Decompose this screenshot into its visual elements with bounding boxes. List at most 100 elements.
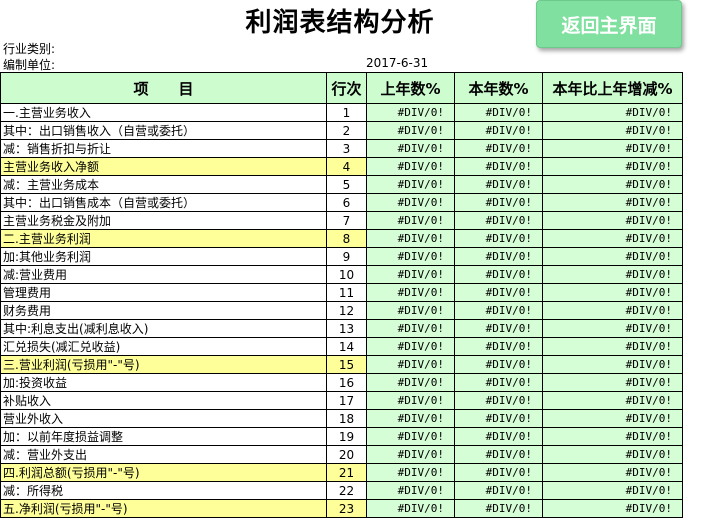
- row-label[interactable]: 减：所得税: [0, 481, 327, 500]
- this-year-cell[interactable]: #DIV/0!: [454, 157, 543, 176]
- row-number[interactable]: 21: [326, 463, 367, 482]
- this-year-cell[interactable]: #DIV/0!: [454, 445, 543, 464]
- change-cell[interactable]: #DIV/0!: [542, 409, 683, 428]
- row-label[interactable]: 管理费用: [0, 283, 327, 302]
- change-cell[interactable]: #DIV/0!: [542, 427, 683, 446]
- this-year-cell[interactable]: #DIV/0!: [454, 229, 543, 248]
- row-number[interactable]: 18: [326, 409, 367, 428]
- change-cell[interactable]: #DIV/0!: [542, 211, 683, 230]
- change-cell[interactable]: #DIV/0!: [542, 229, 683, 248]
- this-year-cell[interactable]: #DIV/0!: [454, 373, 543, 392]
- row-number[interactable]: 6: [326, 193, 367, 212]
- last-year-cell[interactable]: #DIV/0!: [366, 301, 455, 320]
- change-cell[interactable]: #DIV/0!: [542, 337, 683, 356]
- last-year-cell[interactable]: #DIV/0!: [366, 121, 455, 140]
- row-number[interactable]: 2: [326, 121, 367, 140]
- row-number[interactable]: 15: [326, 355, 367, 374]
- row-label[interactable]: 财务费用: [0, 301, 327, 320]
- last-year-cell[interactable]: #DIV/0!: [366, 211, 455, 230]
- row-number[interactable]: 7: [326, 211, 367, 230]
- row-number[interactable]: 23: [326, 499, 367, 518]
- row-number[interactable]: 12: [326, 301, 367, 320]
- row-number[interactable]: 3: [326, 139, 367, 158]
- this-year-cell[interactable]: #DIV/0!: [454, 193, 543, 212]
- this-year-cell[interactable]: #DIV/0!: [454, 103, 543, 122]
- row-label[interactable]: 主营业务税金及附加: [0, 211, 327, 230]
- last-year-cell[interactable]: #DIV/0!: [366, 427, 455, 446]
- change-cell[interactable]: #DIV/0!: [542, 301, 683, 320]
- this-year-cell[interactable]: #DIV/0!: [454, 337, 543, 356]
- change-cell[interactable]: #DIV/0!: [542, 355, 683, 374]
- change-cell[interactable]: #DIV/0!: [542, 121, 683, 140]
- last-year-cell[interactable]: #DIV/0!: [366, 391, 455, 410]
- this-year-cell[interactable]: #DIV/0!: [454, 121, 543, 140]
- last-year-cell[interactable]: #DIV/0!: [366, 373, 455, 392]
- change-cell[interactable]: #DIV/0!: [542, 463, 683, 482]
- row-label[interactable]: 营业外收入: [0, 409, 327, 428]
- row-label[interactable]: 减：营业外支出: [0, 445, 327, 464]
- row-label[interactable]: 加:投资收益: [0, 373, 327, 392]
- last-year-cell[interactable]: #DIV/0!: [366, 337, 455, 356]
- this-year-cell[interactable]: #DIV/0!: [454, 391, 543, 410]
- last-year-cell[interactable]: #DIV/0!: [366, 103, 455, 122]
- row-number[interactable]: 10: [326, 265, 367, 284]
- row-number[interactable]: 13: [326, 319, 367, 338]
- row-label[interactable]: 减:营业费用: [0, 265, 327, 284]
- last-year-cell[interactable]: #DIV/0!: [366, 463, 455, 482]
- this-year-cell[interactable]: #DIV/0!: [454, 319, 543, 338]
- row-label[interactable]: 一.主营业务收入: [0, 103, 327, 122]
- last-year-cell[interactable]: #DIV/0!: [366, 265, 455, 284]
- row-label[interactable]: 其中：出口销售成本（自营或委托）: [0, 193, 327, 212]
- this-year-cell[interactable]: #DIV/0!: [454, 499, 543, 518]
- row-label[interactable]: 三.营业利润(亏损用"-"号): [0, 355, 327, 374]
- this-year-cell[interactable]: #DIV/0!: [454, 247, 543, 266]
- this-year-cell[interactable]: #DIV/0!: [454, 463, 543, 482]
- last-year-cell[interactable]: #DIV/0!: [366, 193, 455, 212]
- last-year-cell[interactable]: #DIV/0!: [366, 319, 455, 338]
- this-year-cell[interactable]: #DIV/0!: [454, 265, 543, 284]
- last-year-cell[interactable]: #DIV/0!: [366, 481, 455, 500]
- change-cell[interactable]: #DIV/0!: [542, 373, 683, 392]
- this-year-cell[interactable]: #DIV/0!: [454, 139, 543, 158]
- this-year-cell[interactable]: #DIV/0!: [454, 481, 543, 500]
- row-number[interactable]: 14: [326, 337, 367, 356]
- row-number[interactable]: 19: [326, 427, 367, 446]
- row-number[interactable]: 8: [326, 229, 367, 248]
- row-number[interactable]: 1: [326, 103, 367, 122]
- change-cell[interactable]: #DIV/0!: [542, 445, 683, 464]
- change-cell[interactable]: #DIV/0!: [542, 193, 683, 212]
- row-number[interactable]: 11: [326, 283, 367, 302]
- this-year-cell[interactable]: #DIV/0!: [454, 301, 543, 320]
- row-number[interactable]: 20: [326, 445, 367, 464]
- row-number[interactable]: 4: [326, 157, 367, 176]
- change-cell[interactable]: #DIV/0!: [542, 499, 683, 518]
- change-cell[interactable]: #DIV/0!: [542, 247, 683, 266]
- row-number[interactable]: 5: [326, 175, 367, 194]
- row-label[interactable]: 主营业务收入净额: [0, 157, 327, 176]
- row-label[interactable]: 其中：出口销售收入（自营或委托）: [0, 121, 327, 140]
- row-number[interactable]: 16: [326, 373, 367, 392]
- back-to-main-button[interactable]: 返回主界面: [536, 0, 682, 48]
- row-label[interactable]: 二.主营业务利润: [0, 229, 327, 248]
- row-label[interactable]: 补贴收入: [0, 391, 327, 410]
- change-cell[interactable]: #DIV/0!: [542, 481, 683, 500]
- change-cell[interactable]: #DIV/0!: [542, 157, 683, 176]
- last-year-cell[interactable]: #DIV/0!: [366, 157, 455, 176]
- row-label[interactable]: 四.利润总额(亏损用"-"号): [0, 463, 327, 482]
- this-year-cell[interactable]: #DIV/0!: [454, 211, 543, 230]
- change-cell[interactable]: #DIV/0!: [542, 139, 683, 158]
- row-number[interactable]: 22: [326, 481, 367, 500]
- change-cell[interactable]: #DIV/0!: [542, 265, 683, 284]
- this-year-cell[interactable]: #DIV/0!: [454, 355, 543, 374]
- change-cell[interactable]: #DIV/0!: [542, 175, 683, 194]
- this-year-cell[interactable]: #DIV/0!: [454, 283, 543, 302]
- last-year-cell[interactable]: #DIV/0!: [366, 499, 455, 518]
- last-year-cell[interactable]: #DIV/0!: [366, 283, 455, 302]
- row-label[interactable]: 加：以前年度损益调整: [0, 427, 327, 446]
- last-year-cell[interactable]: #DIV/0!: [366, 175, 455, 194]
- row-label[interactable]: 五.净利润(亏损用"-"号): [0, 499, 327, 518]
- last-year-cell[interactable]: #DIV/0!: [366, 445, 455, 464]
- this-year-cell[interactable]: #DIV/0!: [454, 409, 543, 428]
- last-year-cell[interactable]: #DIV/0!: [366, 355, 455, 374]
- row-number[interactable]: 9: [326, 247, 367, 266]
